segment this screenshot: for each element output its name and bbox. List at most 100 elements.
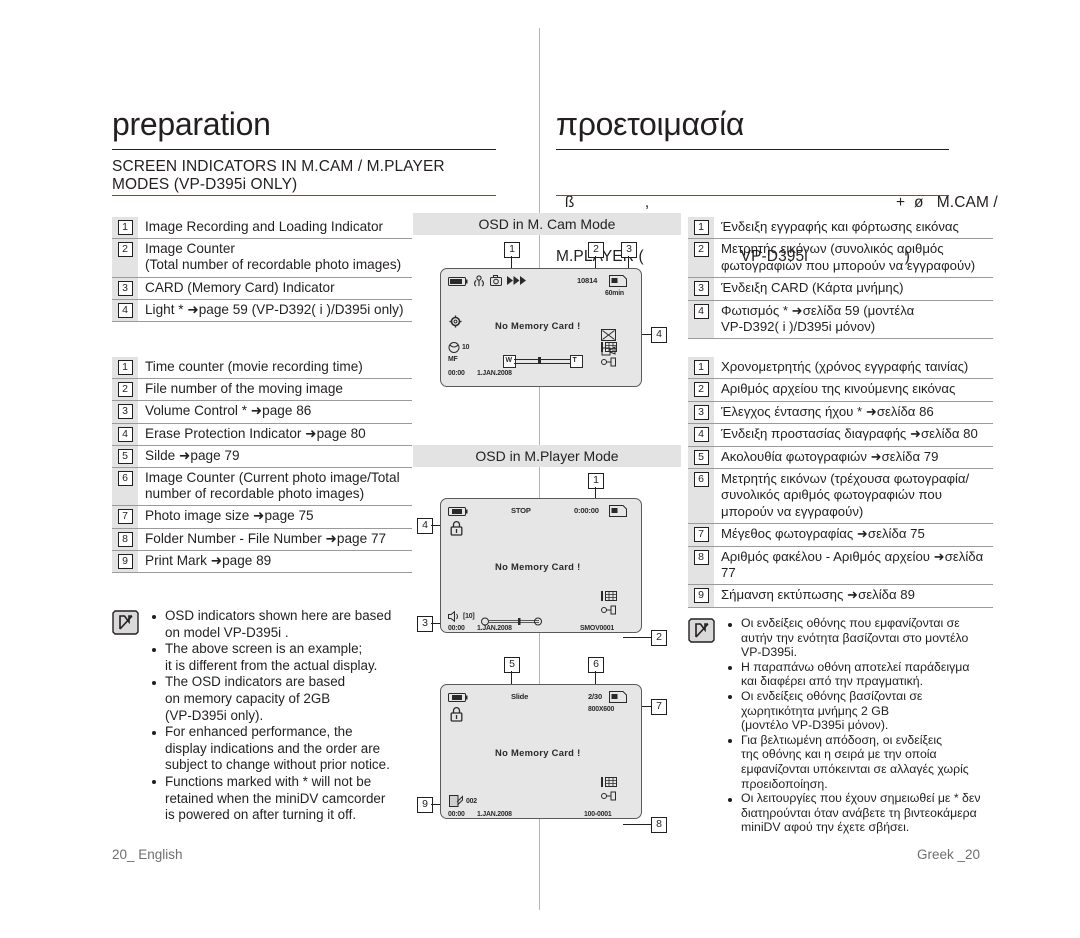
indicator-row: 4 Ένδειξη προστασίας διαγραφής ➜σελίδα 80 <box>688 423 993 446</box>
indicator-label: Αριθμός αρχείου της κινούμενης εικόνας <box>721 381 956 397</box>
indicator-number-badge: 1 <box>117 360 133 375</box>
erase-protection-lock-icon-mplayer2 <box>450 707 463 722</box>
indicator-row: 1 Χρονομετρητής (χρόνος εγγραφής ταινίας) <box>688 357 993 379</box>
volume-slider-mplayer1 <box>481 613 543 626</box>
indicator-list-mplayer-english: 1 Time counter (movie recording time) 2 Fil… <box>112 357 412 574</box>
callout-mplayer2-9: 9 <box>417 797 433 813</box>
indicator-number-cell: 9 <box>688 585 714 607</box>
callout-mplayer2-7: 7 <box>651 699 667 715</box>
indicator-label: Ένδειξη CARD (Κάρτα μνήμης) <box>721 280 904 296</box>
callout-mplayer1-3: 3 <box>417 616 433 632</box>
lcd-screen-mplayer-stop: STOP 0:00:00 No Memory Card ! [10] 00:00… <box>440 498 642 633</box>
footer-page-english: 20_ English <box>112 847 183 862</box>
indicator-number-cell: 5 <box>688 446 714 469</box>
speaker-volume-icon-mplayer1 <box>448 610 458 623</box>
indicator-row: 6 Μετρητής εικόνων (τρέχουσα φωτογραφία/ … <box>688 468 993 524</box>
indicator-row: 3 Έλεγχος έντασης ήχου * ➜σελίδα 86 <box>688 400 993 424</box>
indicator-number-badge: 2 <box>117 242 133 258</box>
usb-connect-icon-mcam <box>601 357 616 367</box>
indicator-number-cell: 1 <box>688 357 714 379</box>
print-mark-icon-mplayer2 <box>449 795 463 807</box>
indicator-number-cell: 2 <box>688 379 714 401</box>
osd-status-mplayer1: STOP <box>511 506 531 515</box>
osd-zoom-tele-label: T <box>572 356 577 364</box>
osd-status-mplayer2: Slide <box>511 692 529 701</box>
indicator-label: Ένδειξη προστασίας διαγραφής ➜σελίδα 80 <box>721 426 978 442</box>
callout-mcam-1: 1 <box>504 242 520 258</box>
indicator-number-badge: 3 <box>117 280 133 296</box>
indicator-label: Μετρητής εικόνων (τρέχουσα φωτογραφία/ σ… <box>721 471 970 519</box>
note-item: Οι ενδείξεις οθόνης που εμφανίζονται σε … <box>724 616 981 660</box>
card-icon-mplayer1 <box>609 505 627 517</box>
indicator-number-badge: 1 <box>117 220 133 235</box>
loading-arrows-icon-mcam <box>507 276 526 285</box>
indicator-row: 1 Image Recording and Loading Indicator <box>112 217 412 239</box>
indicator-number-badge: 7 <box>693 527 709 543</box>
indicator-number-badge: 3 <box>693 404 709 420</box>
osd-time-mplayer1: 0:00:00 <box>574 506 599 515</box>
note-icon <box>112 610 139 635</box>
indicator-number-badge: 6 <box>117 471 133 487</box>
indicator-row: 6 Image Counter (Current photo image/Tota… <box>112 467 412 506</box>
indicator-row: 8 Folder Number - File Number ➜page 77 <box>112 527 412 550</box>
indicator-row: 2 Image Counter (Total number of recordab… <box>112 238 412 277</box>
osd-zoom-wide-label: W <box>505 356 513 364</box>
indicator-number-badge: 2 <box>693 242 709 258</box>
note-item: Για βελτιωμένη απόδοση, οι ενδείξεις της… <box>724 733 981 791</box>
usb-connect-icon-mplayer1 <box>601 605 616 615</box>
indicator-row: 3 CARD (Memory Card) Indicator <box>112 276 412 299</box>
indicator-number-cell: 2 <box>112 379 138 401</box>
osd-message-mplayer2: No Memory Card ! <box>495 747 581 758</box>
indicator-number-badge: 3 <box>693 281 709 297</box>
indicator-row: 3 Ένδειξη CARD (Κάρτα μνήμης) <box>688 277 993 300</box>
indicator-number-badge: 5 <box>693 449 709 465</box>
indicator-label: Print Mark ➜page 89 <box>145 552 272 568</box>
indicator-number-cell: 3 <box>112 401 138 423</box>
indicator-row: 2 Αριθμός αρχείου της κινούμενης εικόνας <box>688 378 993 401</box>
indicator-number-badge: 1 <box>693 360 709 375</box>
note-box-greek: Οι ενδείξεις οθόνης που εμφανίζονται σε … <box>688 616 998 835</box>
indicator-number-cell: 8 <box>112 528 138 550</box>
indicator-row: 5 Ακολουθία φωτογραφιών ➜σελίδα 79 <box>688 445 993 469</box>
osd-folder-file-mplayer2: 100-0001 <box>584 811 612 818</box>
figure-caption-mplayer: OSD in M.Player Mode <box>413 445 681 467</box>
callout-mcam-2: 2 <box>588 242 604 258</box>
settings-gear-icon-mcam <box>449 315 462 328</box>
indicator-label: Σήμανση εκτύπωσης ➜σελίδα 89 <box>721 587 915 603</box>
indicator-number-badge: 2 <box>693 382 709 398</box>
indicator-label: Ακολουθία φωτογραφιών ➜σελίδα 79 <box>721 448 939 464</box>
osd-focus-mode-mcam: MF <box>448 356 458 363</box>
indicator-number-cell: 3 <box>112 277 138 299</box>
grid-display-icon-mcam <box>601 342 617 352</box>
indicator-label: Photo image size ➜page 75 <box>145 508 314 524</box>
photo-camera-icon-mcam <box>490 275 502 286</box>
indicator-label: Φωτισμός * ➜σελίδα 59 (μοντέλα VP-D392( … <box>721 302 915 335</box>
card-icon-mplayer2 <box>609 691 627 703</box>
indicator-number-badge: 8 <box>117 531 133 547</box>
indicator-list-mplayer-greek: 1 Χρονομετρητής (χρόνος εγγραφής ταινίας)… <box>688 357 993 608</box>
callout-mplayer2-6: 6 <box>588 657 604 673</box>
osd-image-counter-mcam: 10814 <box>577 276 598 285</box>
indicator-list-mcam-english: 1 Image Recording and Loading Indicator 2 I… <box>112 217 412 323</box>
page-title-english: preparation <box>112 106 271 142</box>
osd-clock-mplayer1: 00:00 <box>448 625 465 632</box>
lcd-screen-mcam: 10814 60min No Memory Card ! 10 MF W T 0… <box>440 268 642 387</box>
osd-date-mcam: 1.JAN.2008 <box>477 370 512 377</box>
indicator-number-cell: 8 <box>688 546 714 585</box>
battery-icon-mplayer2 <box>448 693 468 702</box>
callout-mplayer1-4: 4 <box>417 518 433 534</box>
note-icon-greek <box>688 618 715 643</box>
callout-mcam-4: 4 <box>651 327 667 343</box>
indicator-number-cell: 4 <box>112 423 138 445</box>
leader-mplayer2-8 <box>623 824 651 825</box>
indicator-label: Έλεγχος έντασης ήχου * ➜σελίδα 86 <box>721 403 934 419</box>
indicator-label: CARD (Memory Card) Indicator <box>145 279 335 295</box>
indicator-label: Image Counter (Current photo image/Total… <box>145 470 400 502</box>
note-item: Functions marked with * will not be reta… <box>148 774 391 824</box>
indicator-row: 3 Volume Control * ➜page 86 <box>112 400 412 423</box>
indicator-number-badge: 5 <box>117 448 133 464</box>
battery-icon-mcam <box>448 277 468 286</box>
osd-image-counter-mplayer2: 2/30 <box>588 692 602 701</box>
indicator-label: Erase Protection Indicator ➜page 80 <box>145 425 366 441</box>
indicator-row: 7 Μέγεθος φωτογραφίας ➜σελίδα 75 <box>688 523 993 546</box>
